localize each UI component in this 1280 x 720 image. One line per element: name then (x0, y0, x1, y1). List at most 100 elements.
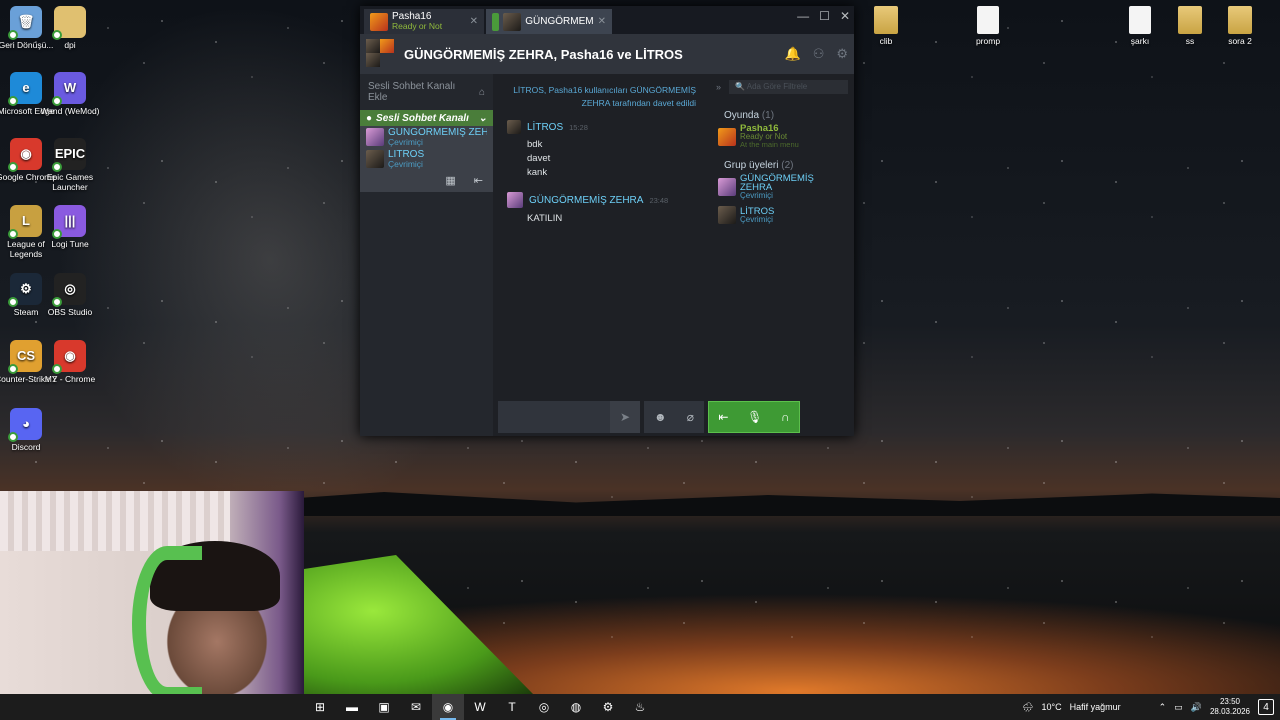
chat-title: GÜNGÖRMEMİŞ ZEHRA, Pasha16 ve LİTROS (404, 46, 683, 62)
tab-name: GÜNGÖRMEM (525, 15, 594, 27)
logitune-icon: ||| (52, 205, 86, 239)
section-count: (2) (781, 160, 794, 171)
clock-time: 23:50 (1219, 697, 1240, 706)
voice-member[interactable]: GÜNGÖRMEMİŞ ZEHRAÇevrimiçi (360, 126, 493, 148)
desktop-shortcut[interactable]: dpi (38, 6, 102, 50)
wps-icon[interactable]: W (464, 694, 496, 720)
filter-input[interactable]: 🔍 Ada Göre Filtrele (729, 80, 848, 94)
tab-pasha16[interactable]: Pasha16 Ready or Not ✕ (364, 9, 484, 34)
friend-status: Çevrimiçi (740, 214, 773, 224)
store-icon[interactable]: ▣ (368, 694, 400, 720)
calendar-icon[interactable]: ▦ (445, 174, 455, 188)
weather-temp[interactable]: 10°C (1042, 702, 1062, 712)
notifications-button[interactable]: 4 (1258, 699, 1274, 715)
chat-message: LİTROS 15:28 bdk davet kank (507, 120, 696, 180)
shortcut-label: OBS Studio (47, 307, 93, 317)
friend-entry[interactable]: Pasha16 Ready or Not At the main menu (716, 121, 848, 152)
voice-channel: ● Sesli Sohbet Kanalı ⌄ GÜNGÖRMEMİŞ ZEHR… (360, 110, 493, 192)
group-avatar (503, 12, 522, 31)
settings-icon[interactable]: ⚙ (592, 694, 624, 720)
shortcut-label: Logi Tune (51, 239, 89, 249)
discord-icon: ◕ (8, 408, 42, 442)
microphone-icon[interactable]: 🎙 (747, 410, 762, 424)
headset-icon[interactable]: ∩ (781, 410, 790, 424)
add-voice-channel-button[interactable]: Sesli Sohbet Kanalı Ekle ⌂ (360, 74, 493, 110)
chrome-icon[interactable]: ◉ (432, 694, 464, 720)
friend-entry[interactable]: GÜNGÖRMEMİŞ ZEHRA Çevrimiçi (716, 171, 848, 203)
message-time: 23:48 (649, 195, 669, 205)
notification-count: 4 (1263, 701, 1269, 713)
collapse-panel-icon[interactable]: » (716, 82, 721, 92)
close-tab-icon[interactable]: ✕ (598, 16, 606, 27)
emoticon-icon[interactable]: ☻ (654, 410, 667, 424)
message-line: davet (527, 153, 551, 164)
friend-rich-presence: At the main menu (740, 140, 799, 149)
minimize-icon[interactable]: — (797, 9, 809, 23)
message-line: KATILIN (527, 213, 563, 224)
message-author[interactable]: LİTROS (527, 122, 563, 133)
weather-icon[interactable]: 🌧 (1022, 702, 1033, 713)
firefox-icon[interactable]: ◍ (560, 694, 592, 720)
teams-icon[interactable]: T (496, 694, 528, 720)
friend-name: GÜNGÖRMEMİŞ ZEHRA (740, 173, 814, 193)
voice-member[interactable]: LİTROS Çevrimiçi (360, 148, 493, 170)
friend-entry[interactable]: LİTROS Çevrimiçi (716, 203, 848, 227)
members-panel: » 🔍 Ada Göre Filtrele Oyunda (1) Pasha16… (710, 74, 854, 436)
clock[interactable]: 23:50 28.03.2026 (1210, 697, 1250, 717)
chevron-up-icon[interactable]: ⌃ (1159, 702, 1167, 713)
close-window-icon[interactable]: ✕ (840, 9, 850, 23)
attachment-icon[interactable]: ⌀ (687, 410, 694, 424)
leave-voice-icon[interactable]: ⇤ (718, 410, 728, 424)
volume-icon[interactable]: 🔊 (1191, 702, 1202, 713)
chat-input-row: ➤ ☻ ⌀ ⇤ 🎙 ∩ (495, 398, 854, 436)
member-name: GÜNGÖRMEMİŞ ZEHRA (388, 127, 487, 138)
message-author[interactable]: GÜNGÖRMEMİŞ ZEHRA (529, 195, 643, 206)
clock-date: 28.03.2026 (1209, 707, 1250, 716)
author-avatar (507, 120, 521, 134)
voice-channel-header[interactable]: ● Sesli Sohbet Kanalı ⌄ (360, 110, 493, 126)
shortcut-label: dpi (64, 40, 76, 50)
shortcut-label: Epic Games Launcher (46, 172, 94, 192)
weather-text[interactable]: Hafif yağmur (1070, 702, 1121, 712)
tab-group-chat[interactable]: GÜNGÖRMEM ✕ (486, 9, 612, 34)
sora2-folder-icon (1228, 6, 1252, 34)
desktop-shortcut[interactable]: clib (854, 6, 918, 46)
chevron-down-icon[interactable]: ⌄ (479, 113, 487, 124)
desktop-shortcut[interactable]: W Wand (WeMod) (38, 72, 102, 116)
add-channel-label: Sesli Sohbet Kanalı Ekle (368, 81, 456, 103)
desktop-shortcut[interactable]: sora 2 (1208, 6, 1272, 46)
member-status: Çevrimiçi (388, 136, 423, 147)
capture-icon[interactable]: ◎ (528, 694, 560, 720)
mic-icon (492, 12, 500, 31)
my-chrome-icon: ◉ (52, 340, 86, 374)
send-icon[interactable]: ➤ (610, 401, 640, 433)
maximize-icon[interactable]: ☐ (819, 9, 830, 23)
settings-gear-icon[interactable]: ⚙ (836, 46, 848, 62)
file-explorer-icon[interactable]: ▬ (336, 694, 368, 720)
shortcut-label: promp (975, 36, 1001, 46)
shortcut-label: Wand (WeMod) (40, 106, 100, 116)
close-tab-icon[interactable]: ✕ (470, 16, 478, 27)
desktop-shortcut[interactable]: ◎ OBS Studio (38, 273, 102, 317)
group-section: Grup üyeleri (2) (716, 160, 848, 171)
network-icon[interactable]: ▭ (1174, 702, 1183, 713)
friend-avatar (718, 127, 736, 146)
desktop-shortcut[interactable]: ◉ MY - Chrome (38, 340, 102, 384)
bell-icon[interactable]: 🔔 (785, 46, 801, 62)
shortcut-label: sora 2 (1228, 36, 1252, 46)
desktop-shortcut[interactable]: promp (956, 6, 1020, 46)
leave-voice-icon[interactable]: ⇤ (474, 174, 483, 188)
member-name: LİTROS (388, 149, 425, 160)
chat-message-input[interactable]: ➤ (498, 401, 640, 433)
chat-tabs: Pasha16 Ready or Not ✕ GÜNGÖRMEM ✕ — ☐ ✕ (360, 6, 854, 34)
desktop-shortcut[interactable]: EPIC Epic Games Launcher (38, 138, 102, 192)
section-label: Grup üyeleri (724, 160, 779, 171)
windows-icon[interactable]: ⊞ (304, 694, 336, 720)
mail-icon[interactable]: ✉ (400, 694, 432, 720)
section-count: (1) (761, 110, 775, 121)
add-channel-icon[interactable]: ⌂ (479, 87, 485, 98)
desktop-shortcut[interactable]: ||| Logi Tune (38, 205, 102, 249)
desktop-shortcut[interactable]: ◕ Discord (0, 408, 58, 452)
steam-icon[interactable]: ♨ (624, 694, 656, 720)
add-friend-icon[interactable]: ⚇ (813, 46, 825, 62)
